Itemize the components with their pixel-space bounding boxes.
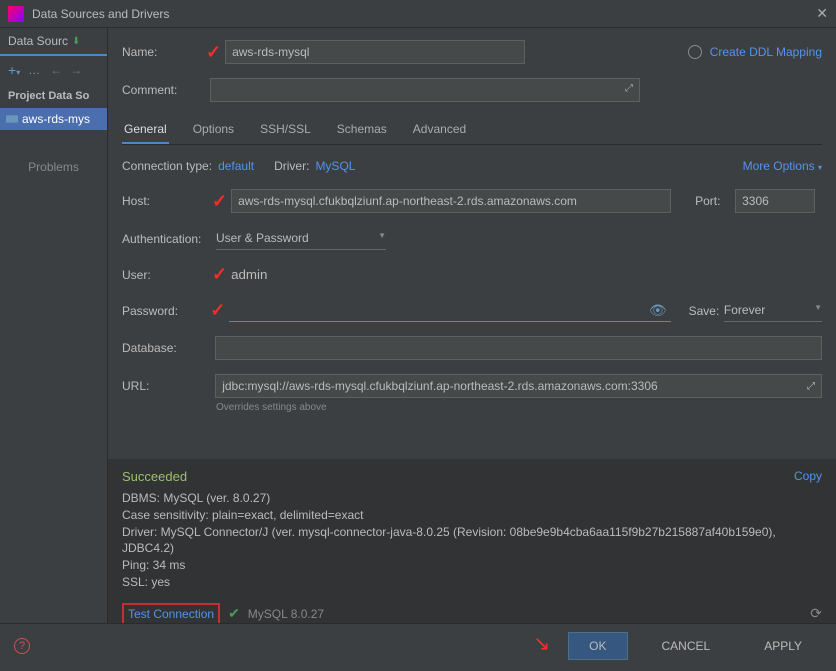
save-select[interactable]: Forever ▼ <box>724 299 822 322</box>
sidebar-item-aws-rds-mysql[interactable]: aws-rds-mys <box>0 108 107 130</box>
result-line: Case sensitivity: plain=exact, delimited… <box>122 507 822 524</box>
user-input[interactable] <box>231 267 671 282</box>
database-input[interactable] <box>215 336 822 360</box>
status-succeeded: Succeeded <box>122 469 822 484</box>
forward-icon[interactable]: → <box>70 63 82 77</box>
window-title: Data Sources and Drivers <box>32 7 169 21</box>
chevron-down-icon: ▾ <box>818 163 822 172</box>
sidebar-section-project: Project Data So <box>0 84 107 108</box>
sidebar-item-label: aws-rds-mys <box>22 112 90 126</box>
annotation-mark: ✓ <box>212 191 227 212</box>
main-panel: Name: ✓ Create DDL Mapping Comment: ⤢ Ge… <box>108 28 836 623</box>
more-options-link[interactable]: More Options ▾ <box>743 159 822 173</box>
driver-version: MySQL 8.0.27 <box>248 607 324 621</box>
password-input[interactable] <box>229 300 670 322</box>
test-connection-link[interactable]: Test Connection <box>122 603 220 623</box>
user-label: User: <box>122 268 216 282</box>
result-line: Driver: MySQL Connector/J (ver. mysql-co… <box>122 524 822 558</box>
sidebar-problems[interactable]: Problems <box>0 150 107 184</box>
auth-label: Authentication: <box>122 232 216 246</box>
sidebar-tab-datasources[interactable]: Data Sourc ⬇ <box>0 28 107 56</box>
sidebar-tab-label: Data Sourc <box>8 34 68 48</box>
chevron-down-icon: ▼ <box>378 231 386 245</box>
refresh-icon[interactable]: ⟳ <box>810 605 822 622</box>
name-label: Name: <box>122 45 210 59</box>
comment-input[interactable]: ⤢ <box>210 78 640 102</box>
close-icon[interactable]: ✕ <box>816 5 828 22</box>
copy-link[interactable]: Copy <box>794 469 822 483</box>
port-label: Port: <box>695 194 735 208</box>
driver-value[interactable]: MySQL <box>315 159 355 173</box>
chevron-down-icon: ▼ <box>814 303 822 317</box>
url-note: Overrides settings above <box>216 402 822 413</box>
connection-type-value[interactable]: default <box>218 159 254 173</box>
ok-button[interactable]: OK <box>568 632 627 660</box>
result-line: SSL: yes <box>122 574 822 591</box>
sidebar-toolbar: +▾ … ← → <box>0 56 107 84</box>
ddl-radio-icon[interactable] <box>688 45 702 59</box>
tab-schemas[interactable]: Schemas <box>335 116 389 144</box>
app-icon <box>8 6 24 22</box>
save-label: Save: <box>689 304 724 318</box>
eye-icon[interactable]: 👁 <box>649 302 667 319</box>
annotation-arrow: ↘ <box>533 631 550 656</box>
check-icon: ✔ <box>228 605 240 622</box>
port-input[interactable] <box>735 189 815 213</box>
titlebar: Data Sources and Drivers ✕ <box>0 0 836 28</box>
apply-button[interactable]: APPLY <box>744 633 822 659</box>
result-line: DBMS: MySQL (ver. 8.0.27) <box>122 490 822 507</box>
host-input[interactable] <box>231 189 671 213</box>
tab-sshssl[interactable]: SSH/SSL <box>258 116 313 144</box>
tab-options[interactable]: Options <box>191 116 236 144</box>
host-label: Host: <box>122 194 216 208</box>
tab-general[interactable]: General <box>122 116 169 144</box>
annotation-mark: ✓ <box>206 42 221 63</box>
connection-type-label: Connection type: <box>122 159 212 173</box>
help-icon[interactable]: ? <box>14 638 30 654</box>
cancel-button[interactable]: CANCEL <box>642 633 731 659</box>
create-ddl-link[interactable]: Create DDL Mapping <box>710 45 822 59</box>
add-icon[interactable]: +▾ <box>8 62 20 78</box>
tab-advanced[interactable]: Advanced <box>411 116 468 144</box>
comment-label: Comment: <box>122 83 210 97</box>
download-icon: ⬇ <box>72 36 80 47</box>
result-line: Ping: 34 ms <box>122 557 822 574</box>
annotation-mark: ✓ <box>210 300 225 321</box>
annotation-mark: ✓ <box>212 264 227 285</box>
driver-label: Driver: <box>274 159 309 173</box>
database-icon <box>6 113 18 125</box>
more-icon[interactable]: … <box>28 63 42 77</box>
back-icon[interactable]: ← <box>50 63 62 77</box>
sidebar: Data Sourc ⬇ +▾ … ← → Project Data So aw… <box>0 28 108 623</box>
expand-icon[interactable]: ⤢ <box>807 381 815 392</box>
password-label: Password: <box>122 304 214 318</box>
expand-icon[interactable]: ⤢ <box>625 83 633 94</box>
url-label: URL: <box>122 379 215 393</box>
footer: ? ↘ OK CANCEL APPLY <box>0 623 836 667</box>
database-label: Database: <box>122 341 215 355</box>
url-input[interactable]: jdbc:mysql://aws-rds-mysql.cfukbqlziunf.… <box>215 374 822 398</box>
name-input[interactable] <box>225 40 525 64</box>
tabs: General Options SSH/SSL Schemas Advanced <box>122 116 822 145</box>
auth-select[interactable]: User & Password ▼ <box>216 227 386 250</box>
connection-result: Copy Succeeded DBMS: MySQL (ver. 8.0.27)… <box>108 459 836 623</box>
